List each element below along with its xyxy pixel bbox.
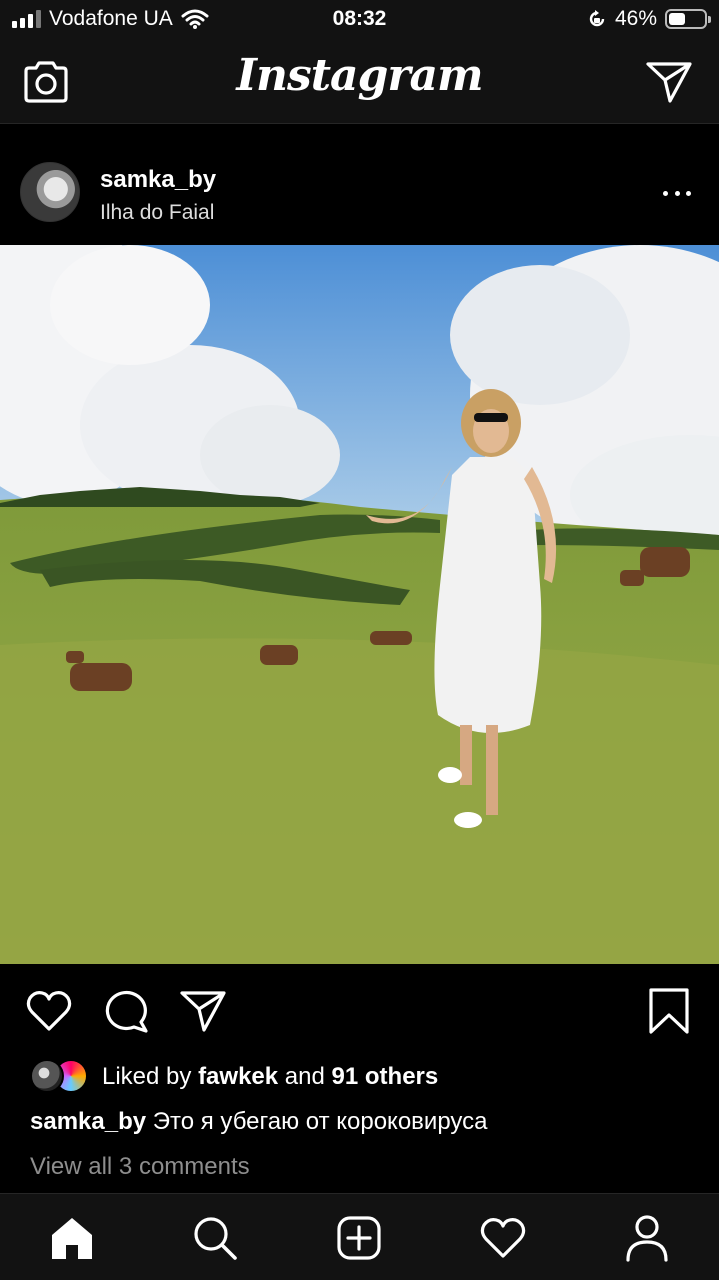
battery-level xyxy=(669,13,685,25)
more-options-icon[interactable] xyxy=(657,176,697,210)
post-actions xyxy=(0,964,719,1054)
battery-percent: 46% xyxy=(614,7,657,30)
caption-username[interactable]: samka_by xyxy=(30,1108,146,1135)
post-caption: samka_by Это я убегаю от короковируса xyxy=(30,1108,487,1136)
likes-others[interactable]: 91 others xyxy=(332,1063,439,1091)
share-icon[interactable] xyxy=(178,986,228,1036)
battery-icon xyxy=(665,9,711,29)
status-bar: Vodafone UA 08:32 46% xyxy=(0,0,719,40)
view-comments-link[interactable]: View all 3 comments xyxy=(30,1153,250,1181)
instagram-logo: Instagram xyxy=(236,50,483,101)
likes-row[interactable]: Liked by fawkek and 91 others xyxy=(30,1058,438,1096)
likes-prefix: Liked by xyxy=(102,1063,192,1090)
comment-icon[interactable] xyxy=(102,986,152,1036)
bookmark-icon[interactable] xyxy=(644,986,694,1036)
activity-icon[interactable] xyxy=(477,1212,529,1264)
post-photo[interactable] xyxy=(0,245,719,964)
avatar[interactable] xyxy=(20,162,80,222)
likes-user[interactable]: fawkek xyxy=(198,1063,278,1091)
post-header: samka_by Ilha do Faial xyxy=(0,124,719,245)
like-icon[interactable] xyxy=(24,986,74,1036)
app-header: Instagram xyxy=(0,40,719,124)
post-location[interactable]: Ilha do Faial xyxy=(100,201,214,225)
profile-icon[interactable] xyxy=(621,1212,673,1264)
new-post-icon[interactable] xyxy=(333,1212,385,1264)
search-icon[interactable] xyxy=(189,1212,241,1264)
likes-joiner: and xyxy=(284,1063,325,1090)
direct-message-icon[interactable] xyxy=(643,56,695,108)
post-username[interactable]: samka_by xyxy=(100,166,216,194)
caption-text: Это я убегаю от короковируса xyxy=(152,1108,488,1135)
liker-avatar xyxy=(30,1059,64,1093)
tab-bar xyxy=(0,1193,719,1280)
orientation-lock-icon xyxy=(589,10,605,27)
home-icon[interactable] xyxy=(46,1212,98,1264)
liker-avatars xyxy=(30,1059,92,1095)
status-right: 46% xyxy=(587,7,711,31)
